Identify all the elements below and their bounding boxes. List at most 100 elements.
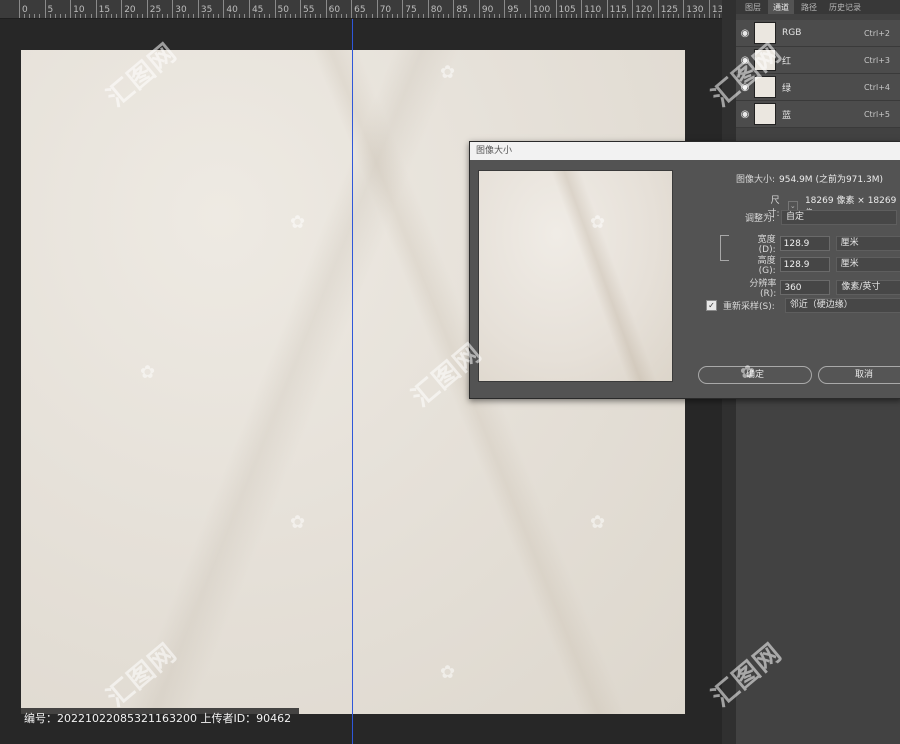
channel-thumbnail [754,49,776,71]
ruler-minor-tick [371,14,373,18]
ruler-tick-label: 50 [277,5,289,15]
channel-shortcut: Ctrl+5 [863,109,890,119]
ruler-minor-tick [494,14,496,18]
ruler-minor-tick [289,14,291,18]
image-size-value: 954.9M (之前为971.3M) [779,175,883,185]
ruler-minor-tick [141,14,143,18]
tab-layers[interactable]: 图层 [740,0,766,14]
ruler-major-tick [530,0,531,18]
ruler-major-tick [44,0,46,18]
eye-icon[interactable]: ◉ [736,82,754,93]
ruler-minor-tick [213,14,215,18]
resample-select[interactable]: 邻近（硬边缘） [784,298,900,313]
ruler-minor-tick [162,14,164,18]
height-row: 高度(G): 厘米 [741,253,900,276]
eye-icon[interactable]: ◉ [736,109,754,120]
ruler-major-tick [146,0,148,18]
ruler-minor-tick [294,14,296,18]
ruler-major-tick [351,0,353,18]
channel-thumbnail [754,103,776,125]
height-input[interactable] [779,257,830,272]
ruler-major-tick [376,0,378,18]
ruler-tick-label: 30 [175,5,187,15]
cancel-button[interactable]: 取消 [818,366,900,384]
width-unit-select[interactable]: 厘米 [835,236,900,251]
fit-to-row: 调整为: 自定 [745,210,898,225]
ruler-minor-tick [468,14,470,18]
width-input[interactable] [779,236,830,251]
ruler-tick-label: 20 [124,5,136,15]
horizontal-ruler[interactable]: 0 5 10 15 20 25 30 35 40 45 50 55 60 65 70 75 80 85 90 95 10… [0,0,735,19]
ruler-major-tick [632,0,634,18]
ruler-minor-tick [315,14,317,18]
ruler-major-tick [708,0,710,18]
ruler-minor-tick [264,14,266,18]
ruler-tick-label: 80 [430,5,443,15]
resolution-label: 分辨率(R): [749,279,777,299]
ok-button[interactable]: 确定 [698,366,812,384]
upload-info-footer: 编号：20221022085321163200 上传者ID：90462 [16,708,300,729]
resolution-unit-select[interactable]: 像素/英寸 [836,280,900,295]
ruler-major-tick [581,0,583,18]
ruler-tick-label: 85 [456,5,468,15]
ruler-minor-tick [110,14,112,18]
ruler-minor-tick [346,14,348,18]
ruler-minor-tick [703,14,705,18]
ruler-minor-tick [269,14,271,18]
ruler-minor-tick [366,14,368,18]
vertical-guide-line[interactable] [352,19,353,744]
ruler-minor-tick [448,14,450,18]
height-unit-select[interactable]: 厘米 [835,257,900,272]
ruler-minor-tick [136,14,138,18]
ruler-tick-label: 55 [303,5,315,15]
ruler-minor-tick [116,14,118,18]
ruler-minor-tick [90,14,92,18]
ruler-major-tick [248,0,250,18]
ruler-tick-label: 110 [584,5,602,15]
dialog-title[interactable]: 图像大小 [470,142,900,160]
tab-paths[interactable]: 路径 [796,0,822,14]
ruler-minor-tick [320,14,322,18]
ruler-major-tick [657,0,659,18]
channel-row-blue[interactable]: ◉ 蓝 Ctrl+5 [736,101,900,128]
ruler-minor-tick [524,14,526,18]
ruler-major-tick [325,0,327,18]
ruler-major-tick [555,0,557,18]
ruler-tick-label: 45 [251,5,264,15]
ruler-minor-tick [243,14,245,18]
width-row: 宽度(D): 厘米 [741,232,900,255]
tab-history[interactable]: 历史记录 [824,0,866,14]
ruler-minor-tick [64,14,66,18]
ruler-major-tick [427,0,429,18]
channel-row-red[interactable]: ◉ 红 Ctrl+3 [736,47,900,74]
ruler-minor-tick [519,14,521,18]
ruler-major-tick [274,0,276,18]
ruler-tick-label: 70 [379,5,392,15]
ruler-minor-tick [678,14,680,18]
ruler-minor-tick [85,14,87,18]
width-label: 宽度(D): [757,235,776,255]
ruler-minor-tick [417,14,419,18]
link-constrain-icon[interactable] [720,235,729,261]
ruler-tick-label: 105 [558,5,576,15]
ruler-minor-tick [39,14,41,18]
ruler-tick-label: 40 [226,5,238,15]
ruler-minor-tick [499,14,501,18]
eye-icon[interactable]: ◉ [736,28,754,39]
channel-shortcut: Ctrl+2 [863,28,890,38]
ruler-tick-label: 65 [354,5,366,15]
channel-row-rgb[interactable]: ◉ RGB Ctrl+2 [736,20,900,47]
ruler-tick-label: 25 [149,5,162,15]
dialog-preview[interactable] [478,170,673,382]
tab-channels[interactable]: 通道 [768,0,794,14]
channel-row-green[interactable]: ◉ 绿 Ctrl+4 [736,74,900,101]
eye-icon[interactable]: ◉ [736,55,754,66]
resample-checkbox[interactable]: ✓ [706,300,717,311]
ruler-ticks: 0 5 10 15 20 25 30 35 40 45 50 55 60 65 70 75 80 85 90 95 10… [0,0,735,18]
fit-to-select[interactable]: 自定 [781,210,898,225]
ruler-minor-tick [34,14,36,18]
ruler-major-tick [478,0,480,18]
resolution-input[interactable] [780,280,831,295]
ruler-minor-tick [397,14,399,18]
ruler-minor-tick [238,14,240,18]
